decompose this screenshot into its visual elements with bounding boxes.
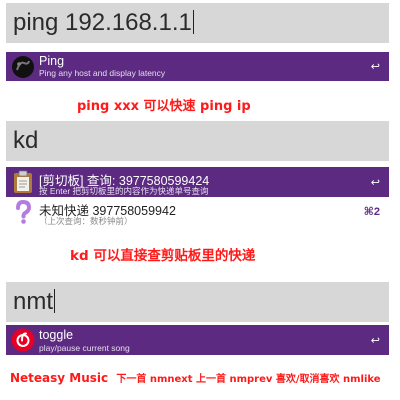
search-query-text: nmt [13, 288, 54, 315]
result-row-unknown-courier[interactable]: 未知快递 397758059942 （上次查询：数秒钟前） ⌘2 [6, 197, 389, 227]
caption-brand: Neteasy Music [10, 371, 109, 385]
launcher-search-input-1[interactable]: ping 192.168.1.1 [6, 3, 389, 43]
result-title: toggle [39, 328, 74, 342]
ping-workflow-icon [12, 56, 34, 78]
return-key-hint: ↩ [370, 61, 380, 73]
result-subtitle: （上次查询：数秒钟前） [39, 216, 133, 226]
clipboard-icon [14, 170, 32, 193]
return-key-hint: ↩ [370, 177, 380, 189]
caption-netease: Neteasy Music 下一首 nmnext 上一首 nmprev 喜欢/取… [10, 370, 381, 385]
return-key-hint: ↩ [370, 335, 380, 347]
result-subtitle: Ping any host and display latency [39, 68, 166, 78]
result-row-toggle[interactable]: toggle play/pause current song ↩ [6, 325, 389, 355]
caption-kd: kd 可以直接查剪贴板里的快递 [70, 248, 256, 264]
result-row-clipboard-query[interactable]: [剪切板] 查询: 3977580599424 按 Enter 把剪切板里的内容… [6, 167, 389, 197]
search-query-text: kd [13, 127, 39, 154]
caption-commands: 下一首 nmnext 上一首 nmprev 喜欢/取消喜欢 nmlike [116, 374, 381, 385]
caption-ping: ping xxx 可以快速 ping ip [77, 99, 251, 114]
netease-music-icon [11, 328, 35, 352]
result-subtitle: play/pause current song [39, 343, 130, 353]
launcher-search-input-2[interactable]: kd [6, 121, 389, 161]
launcher-search-input-3[interactable]: nmt [6, 282, 389, 322]
result-row-ping[interactable]: Ping Ping any host and display latency ↩ [6, 52, 389, 81]
text-caret [54, 289, 56, 313]
text-caret [192, 10, 194, 34]
cmd-2-shortcut: ⌘2 [363, 206, 380, 218]
search-query-text: ping 192.168.1.1 [13, 9, 192, 36]
result-title: Ping [39, 54, 65, 68]
result-subtitle: 按 Enter 把剪切板里的内容作为快递单号查询 [39, 186, 209, 196]
question-mark-icon [16, 200, 32, 224]
